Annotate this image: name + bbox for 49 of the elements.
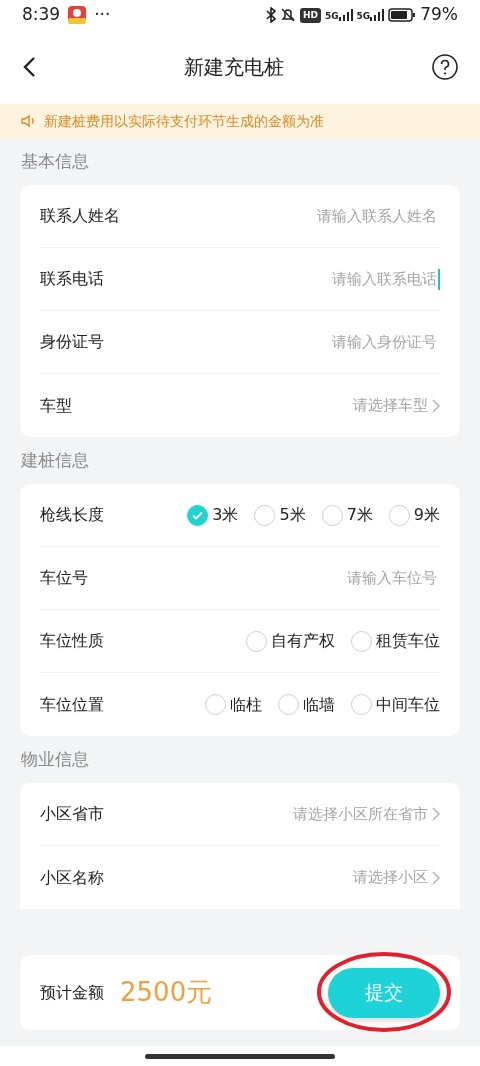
field-label: 车型 xyxy=(40,394,72,417)
section-title: 物业信息 xyxy=(21,747,89,771)
input-field[interactable]: 请输入联系电话 xyxy=(120,268,440,290)
field-label: 小区省市 xyxy=(40,803,104,825)
network-text: 5G xyxy=(356,12,371,21)
radio-option[interactable]: 自有产权 xyxy=(246,629,335,653)
radio-option[interactable]: 租赁车位 xyxy=(351,629,440,653)
radio-option[interactable]: 7米 xyxy=(321,503,373,527)
field-label: 车位性质 xyxy=(40,630,104,652)
field-label: 联系电话 xyxy=(40,268,104,290)
notice-text: 新建桩费用以实际待支付环节生成的金额为准 xyxy=(44,111,324,131)
clock-text: 8:39 xyxy=(22,3,61,27)
signal-icon xyxy=(338,9,353,21)
radio-option[interactable]: 中间车位 xyxy=(351,692,440,717)
radio-option[interactable]: 3米 xyxy=(187,503,239,527)
hd-badge: HD xyxy=(299,7,321,23)
field-label: 车位位置 xyxy=(40,693,104,716)
battery-text: 79% xyxy=(420,3,458,27)
radio-option[interactable]: 临墙 xyxy=(278,692,335,717)
radio-option[interactable]: 9米 xyxy=(388,503,440,527)
field-label: 身份证号 xyxy=(40,331,104,353)
app-icon xyxy=(68,6,87,24)
input-field[interactable]: 请输入车位号 xyxy=(104,567,440,589)
chevron-right-icon xyxy=(432,807,440,821)
field-label: 联系人姓名 xyxy=(40,205,120,227)
signal-icon xyxy=(370,9,385,21)
network-text: 5G xyxy=(324,12,339,21)
input-field[interactable]: 请输入身份证号 xyxy=(120,331,440,353)
page-title: 新建充电桩 xyxy=(184,54,284,81)
speaker-icon xyxy=(20,113,36,129)
chevron-right-icon xyxy=(432,398,440,413)
field-label: 车位号 xyxy=(40,567,88,589)
amount-label: 预计金额 xyxy=(40,981,104,1004)
section-title: 建桩信息 xyxy=(21,448,89,472)
radio-option[interactable]: 临柱 xyxy=(205,692,262,717)
muted-bell-icon xyxy=(279,7,296,23)
help-icon[interactable] xyxy=(432,54,458,80)
input-field[interactable]: 请输入联系人姓名 xyxy=(136,205,440,227)
field-label: 枪线长度 xyxy=(40,504,104,526)
home-indicator[interactable] xyxy=(145,1053,335,1059)
battery-icon xyxy=(388,8,417,22)
field-label: 小区名称 xyxy=(40,866,104,889)
bluetooth-icon xyxy=(265,7,276,23)
chevron-right-icon xyxy=(432,870,440,885)
section-title: 基本信息 xyxy=(21,149,89,173)
back-icon[interactable] xyxy=(22,56,36,78)
radio-option[interactable]: 5米 xyxy=(254,503,306,527)
more-text: ··· xyxy=(94,3,111,27)
amount-value: 2500元 xyxy=(120,976,213,1009)
